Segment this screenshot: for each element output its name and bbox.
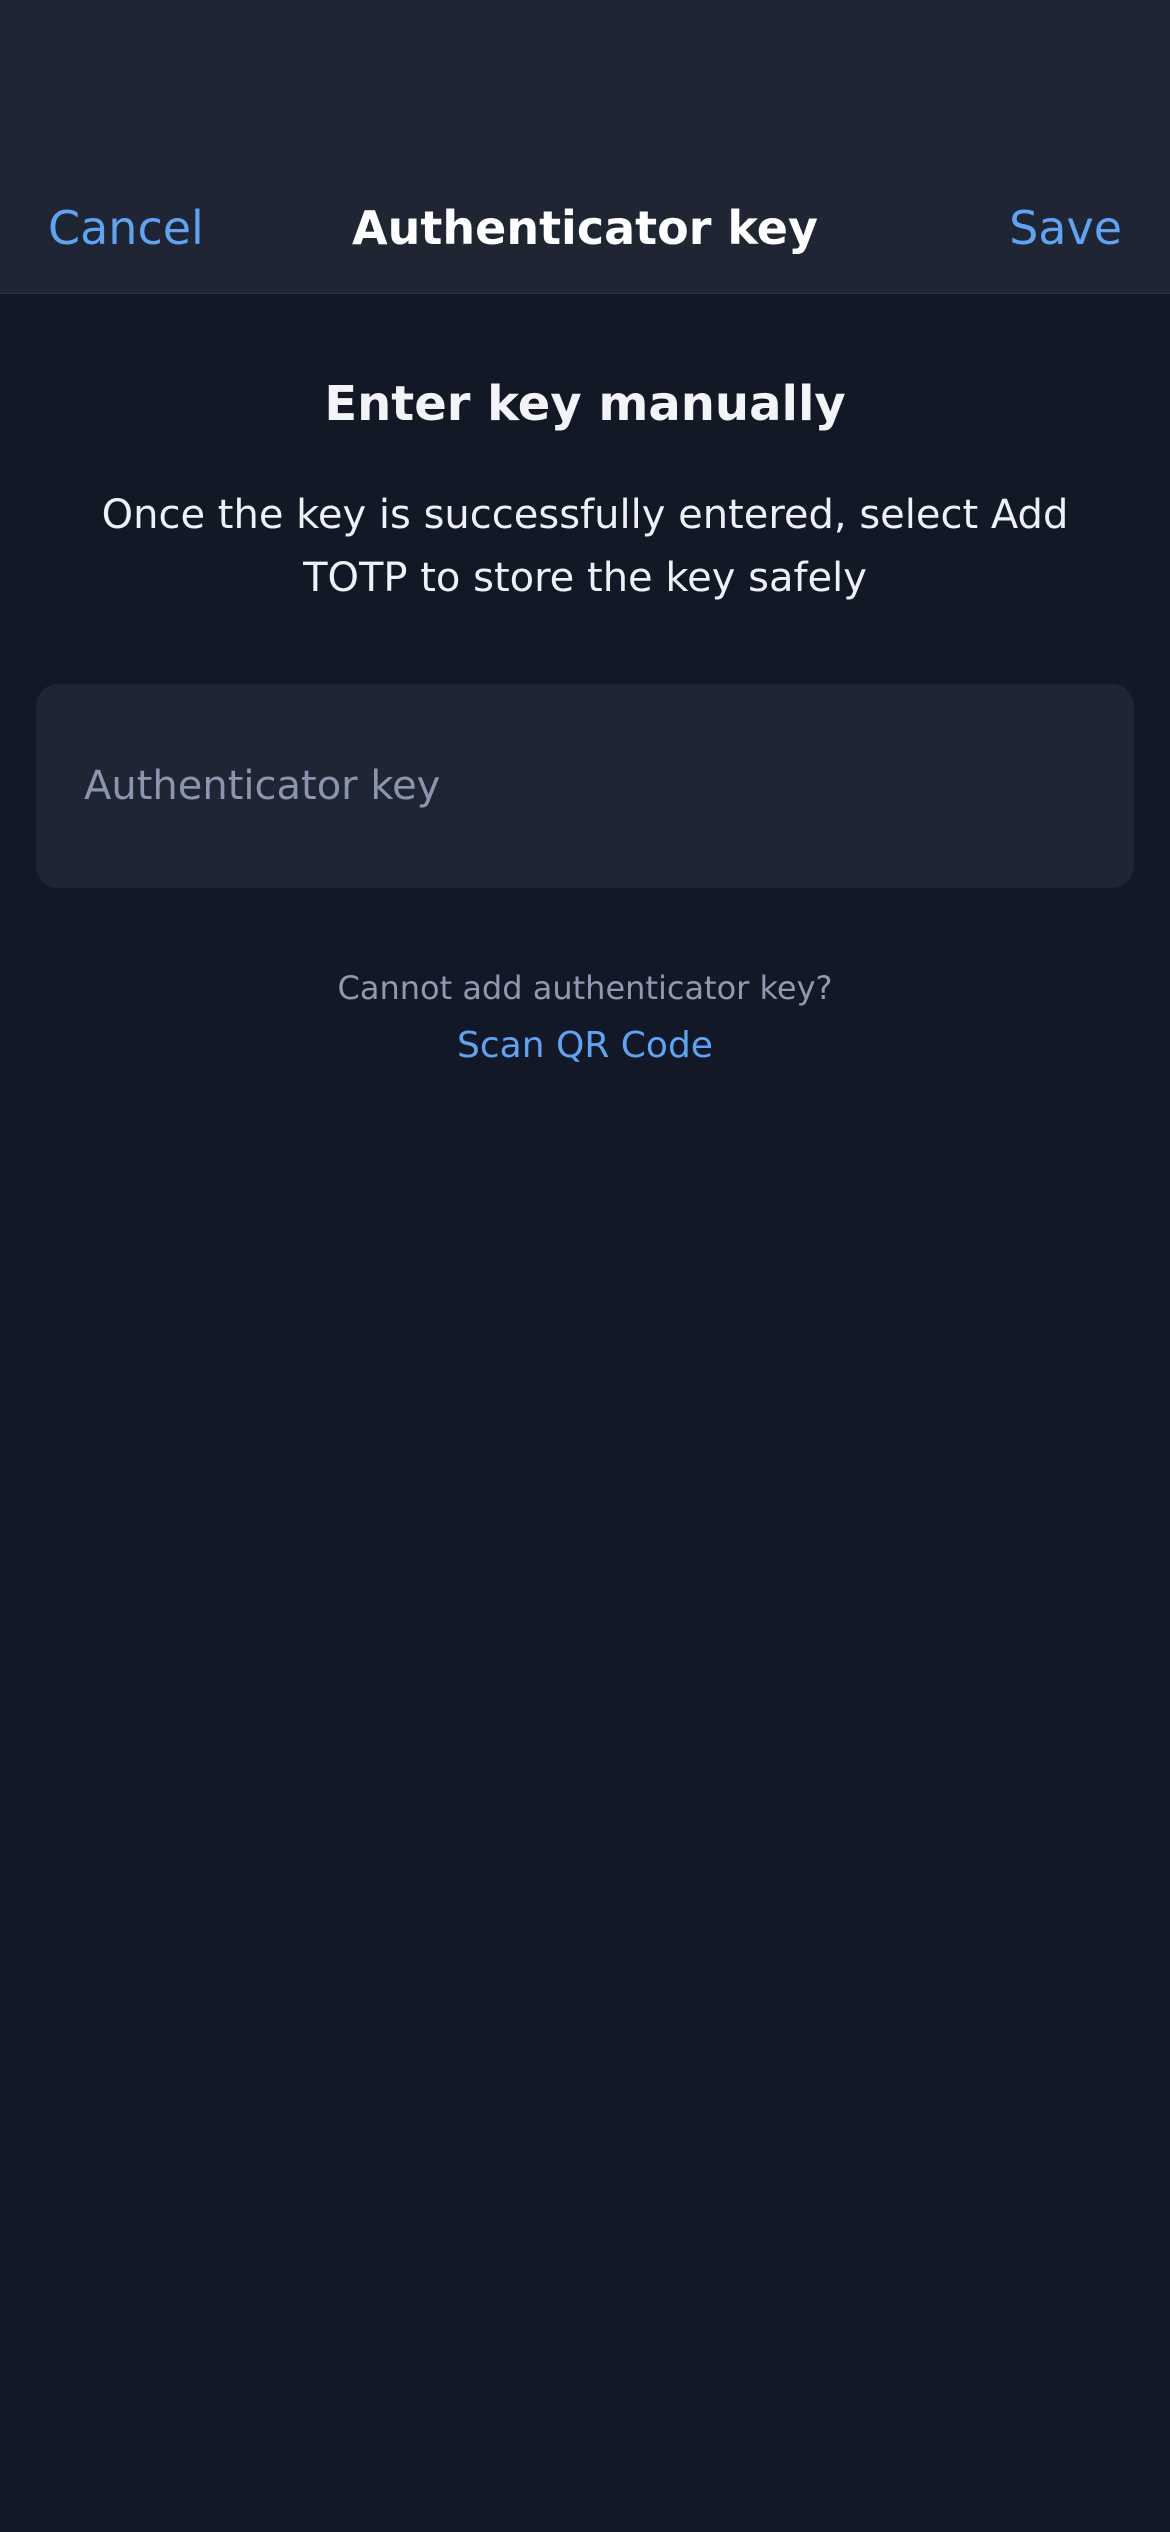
scan-qr-code-label: Scan QR Code: [457, 1025, 713, 1066]
help-text: Cannot add authenticator key?: [337, 969, 833, 1007]
navigation-bar: Cancel Authenticator key Save: [0, 0, 1170, 294]
authenticator-key-input[interactable]: [84, 684, 1084, 888]
instruction-text: Once the key is successfully entered, se…: [101, 492, 1069, 601]
page-title: Authenticator key: [352, 201, 818, 255]
section-heading: Enter key manually: [324, 376, 846, 432]
scan-qr-code-link[interactable]: Scan QR Code: [0, 1018, 1170, 1074]
authenticator-key-field[interactable]: [36, 684, 1134, 888]
save-button[interactable]: Save: [1009, 196, 1122, 260]
